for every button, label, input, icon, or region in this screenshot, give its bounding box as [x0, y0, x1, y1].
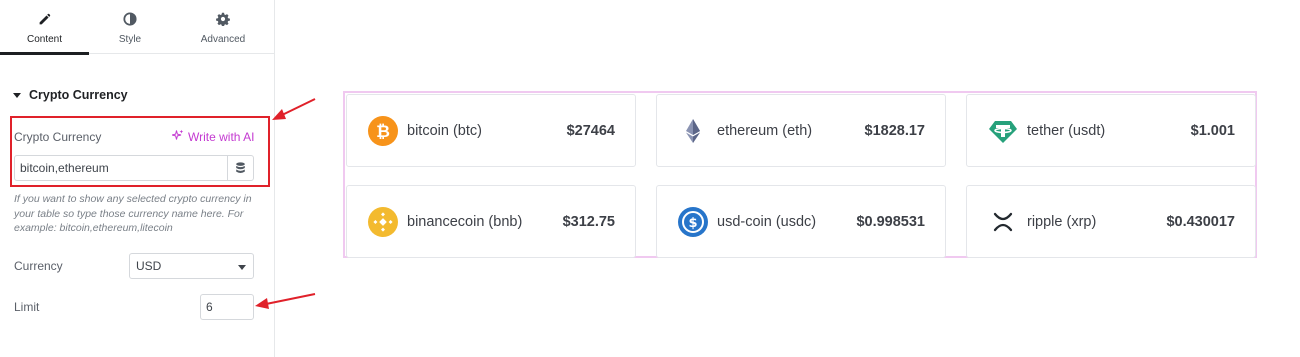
bnb-icon: [368, 207, 398, 237]
sparkle-icon: [171, 129, 184, 144]
usdc-icon: $: [678, 207, 708, 237]
coin-price: $0.998531: [856, 214, 925, 230]
currency-select-value: USD: [136, 259, 162, 273]
coin-name: binancecoin (bnb): [407, 214, 523, 230]
pencil-icon: [38, 12, 52, 26]
chevron-down-icon: [238, 265, 246, 270]
annotation-arrow-bottom: [255, 293, 316, 309]
tab-advanced-label: Advanced: [200, 34, 246, 45]
gear-icon: [216, 12, 230, 26]
coin-price: $312.75: [562, 214, 615, 230]
crypto-currency-label: Crypto Currency: [14, 130, 102, 144]
limit-input-value: 6: [206, 300, 213, 314]
settings-panel: Content Style Advanced Crypto Currency C…: [0, 0, 275, 357]
coin-name: ethereum (eth): [717, 123, 813, 139]
coin-card-bitcoin: ₿ bitcoin (btc) $27464: [346, 94, 636, 167]
annotation-arrow-top: [272, 98, 316, 120]
section-title: Crypto Currency: [29, 88, 128, 102]
crypto-table-preview: ₿ bitcoin (btc) $27464 ethereum (eth) $1…: [343, 91, 1257, 258]
currency-label: Currency: [14, 259, 63, 273]
coin-card-binancecoin: binancecoin (bnb) $312.75: [346, 185, 636, 258]
coin-price: $0.430017: [1166, 214, 1235, 230]
panel-tabs: Content Style Advanced: [0, 0, 275, 55]
coin-card-usd-coin: $ usd-coin (usdc) $0.998531: [656, 185, 946, 258]
coin-name: bitcoin (btc): [407, 123, 482, 139]
coin-name: tether (usdt): [1027, 123, 1106, 139]
ethereum-icon: [678, 116, 708, 146]
crypto-currency-input[interactable]: [15, 156, 227, 180]
coin-price: $1828.17: [864, 123, 925, 139]
svg-text:$: $: [688, 216, 697, 231]
currency-select[interactable]: USD: [129, 253, 254, 279]
write-with-ai-label: Write with AI: [188, 129, 255, 144]
svg-text:₿: ₿: [376, 122, 390, 142]
coin-price: $27464: [566, 123, 615, 139]
coin-card-tether: tether (usdt) $1.001: [966, 94, 1256, 167]
dynamic-tags-button[interactable]: [227, 156, 253, 180]
tab-content-label: Content: [26, 34, 63, 45]
crypto-currency-field: [14, 155, 254, 181]
half-circle-icon: [123, 12, 137, 26]
tab-style-label: Style: [118, 34, 142, 45]
write-with-ai-button[interactable]: Write with AI: [171, 129, 255, 144]
tab-content[interactable]: Content: [0, 0, 89, 55]
section-toggle-crypto-currency[interactable]: Crypto Currency: [13, 88, 128, 102]
database-icon: [236, 162, 245, 173]
coin-price: $1.001: [1190, 123, 1235, 139]
limit-input[interactable]: 6: [200, 294, 254, 320]
coin-name: usd-coin (usdc): [717, 214, 817, 230]
tab-advanced[interactable]: Advanced: [171, 0, 275, 54]
crypto-currency-help: If you want to show any selected crypto …: [14, 193, 252, 234]
bitcoin-icon: ₿: [368, 116, 398, 146]
tether-icon: [988, 116, 1018, 146]
caret-down-icon: [13, 92, 21, 98]
coin-card-ethereum: ethereum (eth) $1828.17: [656, 94, 946, 167]
limit-label: Limit: [14, 300, 40, 314]
xrp-icon: [988, 207, 1018, 237]
tab-style[interactable]: Style: [89, 0, 171, 54]
coin-card-ripple: ripple (xrp) $0.430017: [966, 185, 1256, 258]
coin-name: ripple (xrp): [1027, 214, 1097, 230]
